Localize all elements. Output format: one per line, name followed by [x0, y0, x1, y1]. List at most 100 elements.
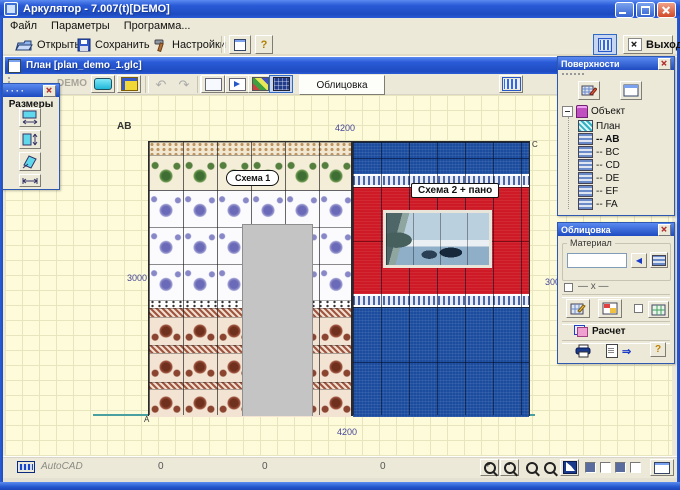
layer-toggle-4[interactable]: [630, 462, 641, 473]
horizontal-dimension-button[interactable]: [19, 108, 41, 127]
tree-item-label: -- AB: [596, 134, 620, 145]
zoom-window-button[interactable]: [522, 459, 541, 476]
object-icon: [576, 105, 588, 118]
help-button[interactable]: ?: [255, 35, 273, 54]
tree-item-de[interactable]: -- DE: [578, 172, 619, 184]
app-icon: [4, 2, 18, 16]
layout-checkbox[interactable]: [634, 304, 643, 313]
scheme2-label: Схема 2 + пано: [411, 183, 499, 198]
exit-button[interactable]: Выход: [623, 35, 673, 54]
tree-connector: [568, 117, 569, 209]
maximize-button[interactable]: [636, 2, 655, 18]
vertical-dimension-button[interactable]: [19, 130, 41, 149]
zoom-out-button[interactable]: −: [500, 459, 519, 476]
surfaces-panel-titlebar[interactable]: Поверхности: [558, 57, 674, 70]
fullscreen-button[interactable]: [650, 459, 674, 476]
new-surface-button[interactable]: [91, 75, 115, 93]
tree-item-label: -- BC: [596, 147, 619, 158]
white-rect-icon: [205, 78, 222, 91]
zoom-in-button[interactable]: +: [480, 459, 499, 476]
window-titlebar[interactable]: Аркулятор - 7.007(t)[DEMO]: [0, 0, 680, 18]
cladding-mode-button[interactable]: Облицовка: [299, 75, 385, 95]
zoom-out-icon: −: [504, 462, 516, 474]
panel-help-button[interactable]: ?: [650, 342, 666, 357]
window-arrow-icon: [654, 462, 670, 474]
sizes-palette-close-button[interactable]: [43, 85, 56, 97]
material-pick-button[interactable]: [650, 252, 668, 268]
menu-program[interactable]: Программа...: [117, 19, 198, 33]
document-icon: [606, 344, 618, 358]
window-view-button[interactable]: [229, 35, 251, 54]
material-input[interactable]: [567, 253, 627, 268]
window-icon: [234, 39, 246, 51]
minimize-icon: [619, 12, 626, 14]
tree-item-ab[interactable]: -- AB: [578, 133, 620, 145]
corner-c-label: C: [532, 140, 538, 149]
view-surface-button[interactable]: [620, 81, 642, 100]
surfaces-panel-close-button[interactable]: [658, 58, 671, 70]
tile-pencil-icon: [570, 302, 586, 315]
export-button[interactable]: ⇒: [606, 344, 631, 358]
zoom-icon: [544, 462, 556, 474]
distance-measure-button[interactable]: [19, 174, 41, 187]
tree-item-plan[interactable]: План: [578, 120, 620, 132]
cladding-panel-close-button[interactable]: [658, 224, 671, 236]
sizes-palette-titlebar[interactable]: ····: [3, 84, 59, 97]
tree-item-label: -- FA: [596, 199, 618, 210]
tile-color-icon: [602, 302, 618, 315]
edit-surface-button[interactable]: [578, 81, 600, 100]
surfaces-panel: Поверхности Объект План -- AB -- BC -- C…: [557, 56, 675, 216]
tree-root-object[interactable]: Объект: [562, 105, 625, 118]
cladding-panel-titlebar[interactable]: Облицовка: [558, 223, 674, 236]
door-opening[interactable]: [242, 224, 313, 416]
close-icon: [46, 86, 53, 93]
tree-item-fa[interactable]: -- FA: [578, 198, 618, 210]
zoom-dynamic-button[interactable]: [540, 459, 559, 476]
layer-toggle-3[interactable]: [615, 462, 626, 473]
menu-parameters[interactable]: Параметры: [44, 19, 117, 33]
tree-item-ef[interactable]: -- EF: [578, 185, 618, 197]
close-button[interactable]: [657, 2, 676, 18]
tree-item-bc[interactable]: -- BC: [578, 146, 619, 158]
tree-item-cd[interactable]: -- CD: [578, 159, 620, 171]
redo-button[interactable]: ↷: [172, 75, 196, 93]
panno-picture[interactable]: [383, 210, 492, 268]
material-back-button[interactable]: ◀: [631, 253, 647, 268]
dimension-left: 3000: [121, 273, 147, 283]
scheme1-label: Схема 1: [226, 170, 279, 186]
print-button[interactable]: [574, 344, 592, 363]
collapse-icon[interactable]: [562, 106, 573, 117]
layer-toggle-1[interactable]: [585, 462, 596, 473]
panels-toggle-button[interactable]: [593, 34, 617, 55]
save-button[interactable]: Сохранить: [73, 35, 154, 54]
layout-edit-button[interactable]: [566, 299, 590, 318]
tree-item-label: -- DE: [596, 173, 619, 184]
maximize-icon: [641, 6, 650, 15]
settings-button[interactable]: Настройки: [149, 35, 230, 54]
blank-tile-button[interactable]: [201, 75, 225, 93]
plan-tile-icon: [578, 120, 593, 132]
zoom-extents-button[interactable]: [560, 459, 579, 476]
surfaces-toolbar-grip[interactable]: [562, 73, 584, 78]
menu-file[interactable]: Файл: [3, 19, 44, 33]
status-value-1: 0: [158, 461, 164, 472]
help-icon: ?: [655, 344, 661, 355]
edit-layout-button[interactable]: [117, 75, 141, 93]
tree-item-label: -- CD: [596, 160, 620, 171]
minimize-button[interactable]: [615, 2, 634, 18]
blue-tile-button[interactable]: [269, 75, 293, 93]
toolbar-separator: [221, 36, 225, 53]
layout-grid-button[interactable]: [648, 301, 669, 318]
layer-toggle-2[interactable]: [600, 462, 611, 473]
distance-measure-icon: [21, 176, 39, 186]
undo-button[interactable]: ↶: [149, 75, 173, 93]
keyboard-panel-button[interactable]: [499, 75, 523, 93]
calculator-icon: [574, 325, 588, 337]
layout-color-button[interactable]: [598, 299, 622, 318]
calculate-button[interactable]: Расчет: [574, 325, 626, 337]
tile-edit-icon: [581, 84, 597, 97]
surface-tile-icon: [578, 185, 593, 197]
slope-dimension-button[interactable]: [19, 152, 41, 171]
insert-tile-button[interactable]: [225, 75, 249, 93]
x-checkbox[interactable]: [564, 283, 573, 292]
